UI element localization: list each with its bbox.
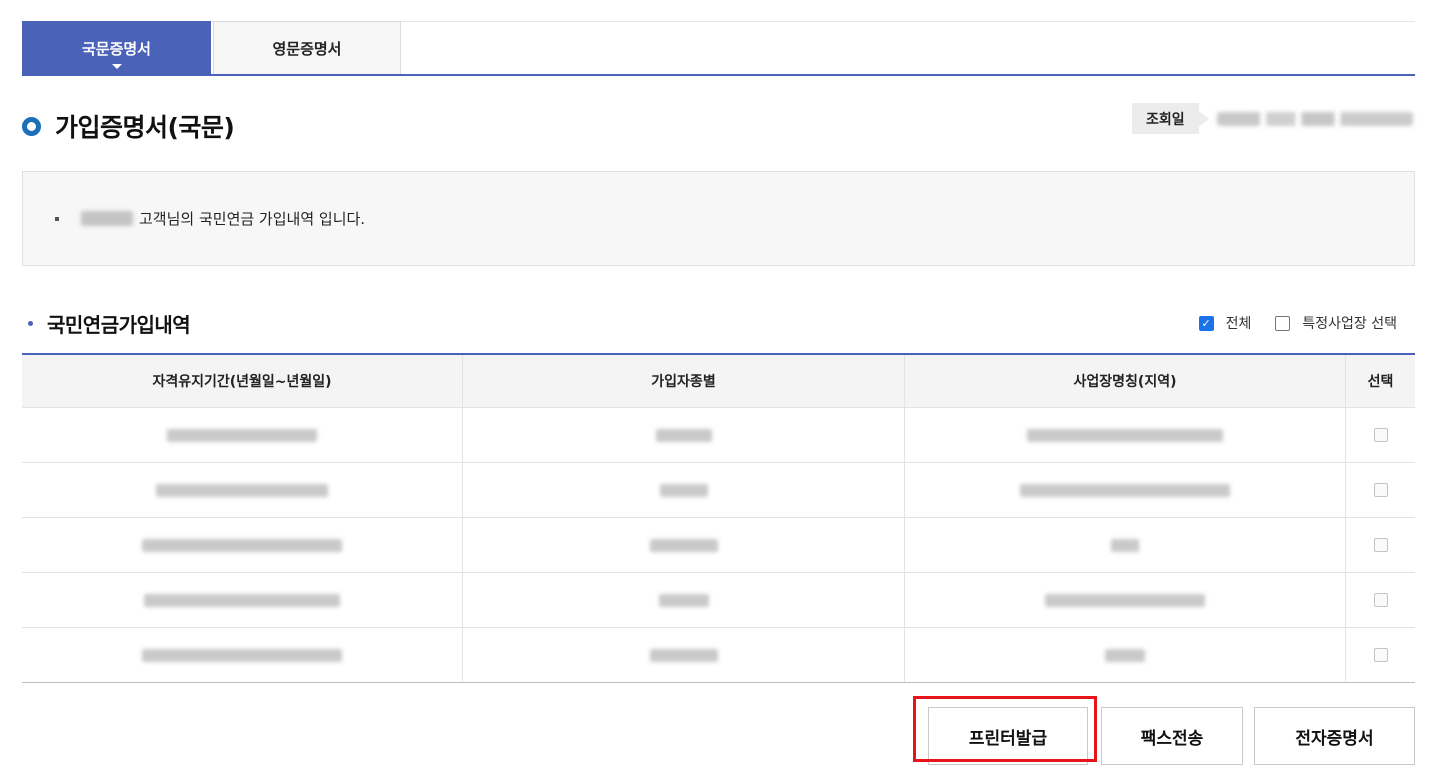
electronic-certificate-button[interactable]: 전자증명서 xyxy=(1254,707,1415,765)
row-select-checkbox[interactable] xyxy=(1373,648,1388,662)
filter-all-checkbox[interactable]: ✓ xyxy=(1198,315,1214,331)
fax-send-button[interactable]: 팩스전송 xyxy=(1101,707,1243,765)
tabs-underline xyxy=(22,74,1415,76)
row-select-checkbox[interactable] xyxy=(1373,483,1388,497)
table-row xyxy=(22,573,1415,628)
filter-all-label: 전체 xyxy=(1225,316,1252,332)
filter-specific-checkbox[interactable] xyxy=(1275,315,1291,331)
certificate-tabs: 국문증명서 영문증명서 xyxy=(22,21,1415,76)
tab-label: 국문증명서 xyxy=(81,39,151,58)
table-row xyxy=(22,518,1415,573)
type-cell-redacted xyxy=(463,628,905,682)
workplace-cell-redacted xyxy=(905,518,1346,572)
inquiry-date-label: 조회일 xyxy=(1132,103,1209,134)
customer-name-redacted xyxy=(81,211,133,226)
row-select-checkbox[interactable] xyxy=(1373,593,1388,607)
notice-text: 고객님의 국민연금 가입내역 입니다. xyxy=(139,210,366,228)
filter-specific-label: 특정사업장 선택 xyxy=(1302,316,1397,332)
table-header-row: 자격유지기간(년월일~년월일) 가입자종별 사업장명칭(지역) 선택 xyxy=(22,355,1415,408)
row-select-cell xyxy=(1346,463,1415,517)
period-cell-redacted xyxy=(22,628,463,682)
notice-box: 고객님의 국민연금 가입내역 입니다. xyxy=(22,171,1415,266)
tab-label: 영문증명서 xyxy=(272,40,342,58)
bullet-icon xyxy=(55,216,59,221)
workplace-cell-redacted xyxy=(905,573,1346,627)
enrollment-table: 자격유지기간(년월일~년월일) 가입자종별 사업장명칭(지역) 선택 xyxy=(22,353,1415,683)
inquiry-date: 조회일 xyxy=(1132,103,1413,134)
tab-english-certificate[interactable]: 영문증명서 xyxy=(213,21,401,75)
page-title: 가입증명서(국문) xyxy=(55,113,235,142)
print-issue-button[interactable]: 프린터발급 xyxy=(928,707,1088,765)
row-select-cell xyxy=(1346,518,1415,572)
period-cell-redacted xyxy=(22,573,463,627)
section-header: 국민연금가입내역 ✓ 전체 특정사업장 선택 xyxy=(22,306,1415,340)
dot-icon xyxy=(28,320,33,326)
table-row xyxy=(22,408,1415,463)
page-title-row: 가입증명서(국문) xyxy=(22,106,235,146)
row-select-cell xyxy=(1346,573,1415,627)
filter-options: ✓ 전체 특정사업장 선택 xyxy=(1175,313,1397,333)
row-select-cell xyxy=(1346,628,1415,682)
workplace-cell-redacted xyxy=(905,408,1346,462)
table-row xyxy=(22,463,1415,518)
filter-all[interactable]: ✓ 전체 xyxy=(1198,313,1252,333)
workplace-cell-redacted xyxy=(905,463,1346,517)
period-cell-redacted xyxy=(22,518,463,572)
column-header-workplace: 사업장명칭(지역) xyxy=(905,355,1346,407)
ring-icon xyxy=(22,116,41,136)
filter-specific-workplace[interactable]: 특정사업장 선택 xyxy=(1275,313,1397,333)
inquiry-date-value-redacted xyxy=(1216,111,1413,126)
type-cell-redacted xyxy=(463,463,905,517)
type-cell-redacted xyxy=(463,518,905,572)
row-select-checkbox[interactable] xyxy=(1373,428,1388,442)
table-row xyxy=(22,628,1415,683)
period-cell-redacted xyxy=(22,408,463,462)
period-cell-redacted xyxy=(22,463,463,517)
caret-down-icon xyxy=(111,64,122,69)
tab-korean-certificate[interactable]: 국문증명서 xyxy=(22,21,211,75)
workplace-cell-redacted xyxy=(905,628,1346,682)
row-select-checkbox[interactable] xyxy=(1373,538,1388,552)
section-title: 국민연금가입내역 xyxy=(47,312,191,337)
column-header-select: 선택 xyxy=(1367,374,1394,390)
row-select-cell xyxy=(1346,408,1415,462)
type-cell-redacted xyxy=(463,573,905,627)
type-cell-redacted xyxy=(463,408,905,462)
column-header-period: 자격유지기간(년월일~년월일) xyxy=(22,355,463,407)
column-header-subscriber-type: 가입자종별 xyxy=(463,355,905,407)
